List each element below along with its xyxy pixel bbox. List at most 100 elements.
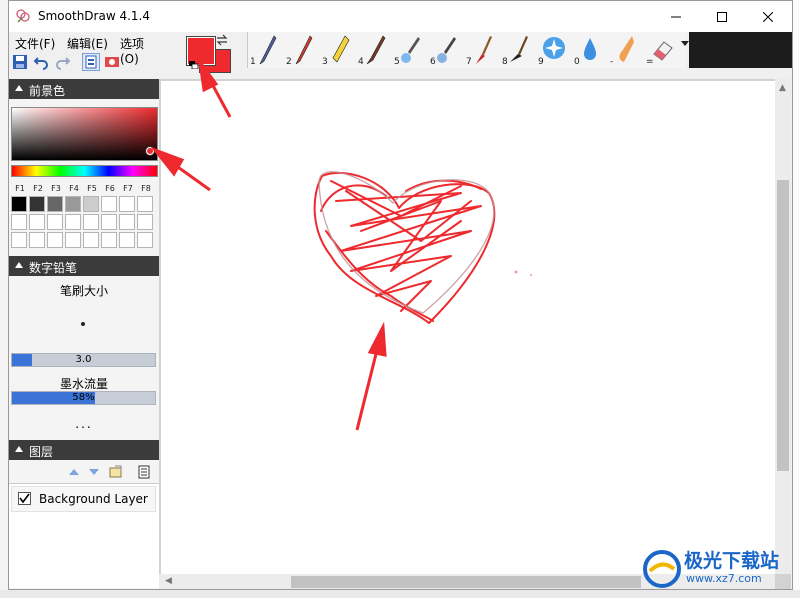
ink-flow-value: 58% xyxy=(72,392,95,403)
ballpoint-pen-icon xyxy=(259,35,277,65)
horizontal-scroll-thumb[interactable] xyxy=(291,576,641,588)
window-title: SmoothDraw 4.1.4 xyxy=(38,9,150,23)
default-colors-icon[interactable] xyxy=(189,61,199,69)
menu-edit[interactable]: 编辑(E) xyxy=(67,35,108,52)
palette-color-cell[interactable] xyxy=(83,196,99,212)
water-drop-icon xyxy=(584,38,596,60)
brush-size-slider[interactable]: 3.0 xyxy=(11,353,156,367)
palette-color-cell[interactable] xyxy=(119,232,135,248)
layer-toolbar xyxy=(9,461,159,483)
brush-5[interactable]: 5 xyxy=(392,32,428,68)
brush-1[interactable]: 1 xyxy=(248,32,284,68)
palette-color-cell[interactable] xyxy=(47,214,63,230)
minimize-button[interactable] xyxy=(653,1,699,32)
checkmark-icon xyxy=(19,493,30,504)
layer-list: Background Layer xyxy=(9,483,159,588)
brush-9[interactable]: 9 xyxy=(536,32,572,68)
brush-7[interactable]: 7 xyxy=(464,32,500,68)
fkey-label: F4 xyxy=(69,184,79,193)
palette-color-cell[interactable] xyxy=(29,214,45,230)
smoothdraw-window: SmoothDraw 4.1.4 文件(F) 编辑(E) 选项(O) 1 2 3… xyxy=(8,0,793,590)
palette-color-cell[interactable] xyxy=(101,214,117,230)
palette-color-cell[interactable] xyxy=(101,196,117,212)
hue-slider[interactable] xyxy=(11,165,158,177)
minimize-icon xyxy=(671,16,681,17)
drawing-canvas[interactable] xyxy=(161,81,775,574)
red-pencil-icon xyxy=(295,35,313,65)
brush-4[interactable]: 4 xyxy=(356,32,392,68)
layer-visibility-checkbox[interactable] xyxy=(18,492,31,505)
color-saturation-value-picker[interactable] xyxy=(11,107,158,161)
brush-6[interactable]: 6 xyxy=(428,32,464,68)
palette-color-cell[interactable] xyxy=(101,232,117,248)
chevron-down-icon[interactable] xyxy=(681,39,689,47)
palette-color-cell[interactable] xyxy=(47,196,63,212)
palette-color-cell[interactable] xyxy=(29,196,45,212)
palette-color-cell[interactable] xyxy=(29,232,45,248)
undo-icon[interactable] xyxy=(33,54,49,70)
brush-3[interactable]: 3 xyxy=(320,32,356,68)
palette-color-cell[interactable] xyxy=(137,214,153,230)
palette-color-cell[interactable] xyxy=(65,196,81,212)
brush-minus[interactable]: - xyxy=(608,32,644,68)
palette-color-cell[interactable] xyxy=(11,214,27,230)
brush-8[interactable]: 8 xyxy=(500,32,536,68)
watermark-url: www.xz7.com xyxy=(686,572,762,585)
brush-2[interactable]: 2 xyxy=(284,32,320,68)
title-bar[interactable]: SmoothDraw 4.1.4 xyxy=(9,1,792,32)
smudge-finger-icon xyxy=(619,36,634,62)
scroll-left-icon[interactable]: ◀ xyxy=(165,576,172,586)
more-options[interactable]: ... xyxy=(9,417,159,431)
move-layer-up-icon[interactable] xyxy=(67,465,81,479)
palette-color-cell[interactable] xyxy=(83,214,99,230)
brush-panel-header[interactable]: 数字铅笔 xyxy=(9,256,159,276)
redo-icon[interactable] xyxy=(55,54,71,70)
scroll-up-icon[interactable]: ▲ xyxy=(779,83,786,93)
layer-properties-icon[interactable] xyxy=(109,465,123,479)
palette-color-cell[interactable] xyxy=(137,232,153,248)
brush-size-value: 3.0 xyxy=(75,354,92,365)
menu-file[interactable]: 文件(F) xyxy=(15,35,55,52)
palette-color-cell[interactable] xyxy=(137,196,153,212)
save-icon[interactable] xyxy=(12,54,28,70)
brush-0[interactable]: 0 xyxy=(572,32,608,68)
palette-color-cell[interactable] xyxy=(11,232,27,248)
fkey-label: F6 xyxy=(105,184,115,193)
close-button[interactable] xyxy=(745,1,791,32)
swap-colors-icon[interactable] xyxy=(215,34,229,46)
ink-flow-label: 墨水流量 xyxy=(59,377,108,391)
fkey-label: F5 xyxy=(87,184,97,193)
ink-flow-slider[interactable]: 58% xyxy=(11,391,156,405)
layer-name: Background Layer xyxy=(39,492,148,506)
palette-color-cell[interactable] xyxy=(65,214,81,230)
star-sparkle-icon xyxy=(543,37,565,59)
airbrush-icon xyxy=(401,37,420,63)
brush-size-preview xyxy=(81,322,85,326)
fullscreen-icon[interactable] xyxy=(104,54,120,70)
palette-color-cell[interactable] xyxy=(47,232,63,248)
collapse-triangle-icon xyxy=(15,262,23,268)
layer-item[interactable]: Background Layer xyxy=(11,486,156,512)
color-panel-header[interactable]: 前景色 xyxy=(9,79,159,99)
palette-color-cell[interactable] xyxy=(11,196,27,212)
toolbar-background-image xyxy=(689,32,792,68)
fkey-label: F8 xyxy=(141,184,151,193)
vertical-scrollbar[interactable]: ▲ xyxy=(775,79,791,574)
brush-equals[interactable]: = xyxy=(644,32,680,68)
panel-toggle-icon[interactable] xyxy=(82,53,100,71)
palette-color-cell[interactable] xyxy=(119,196,135,212)
vertical-scroll-thumb[interactable] xyxy=(777,180,789,471)
new-layer-icon[interactable] xyxy=(137,465,151,479)
maximize-button[interactable] xyxy=(699,1,745,32)
move-layer-down-icon[interactable] xyxy=(87,465,101,479)
left-panel: 前景色 F1 F2 F3 F4 F5 F6 F7 F8 数字铅笔 笔刷大小 3.… xyxy=(9,79,160,589)
palette-color-cell[interactable] xyxy=(65,232,81,248)
fkey-label: F3 xyxy=(51,184,61,193)
brush-size-label: 笔刷大小 xyxy=(59,284,108,298)
layers-panel-header[interactable]: 图层 xyxy=(9,440,159,460)
highlighter-icon xyxy=(332,35,350,63)
oil-brush-icon xyxy=(510,36,528,62)
color-picker-handle[interactable] xyxy=(146,147,154,155)
palette-color-cell[interactable] xyxy=(119,214,135,230)
palette-color-cell[interactable] xyxy=(83,232,99,248)
